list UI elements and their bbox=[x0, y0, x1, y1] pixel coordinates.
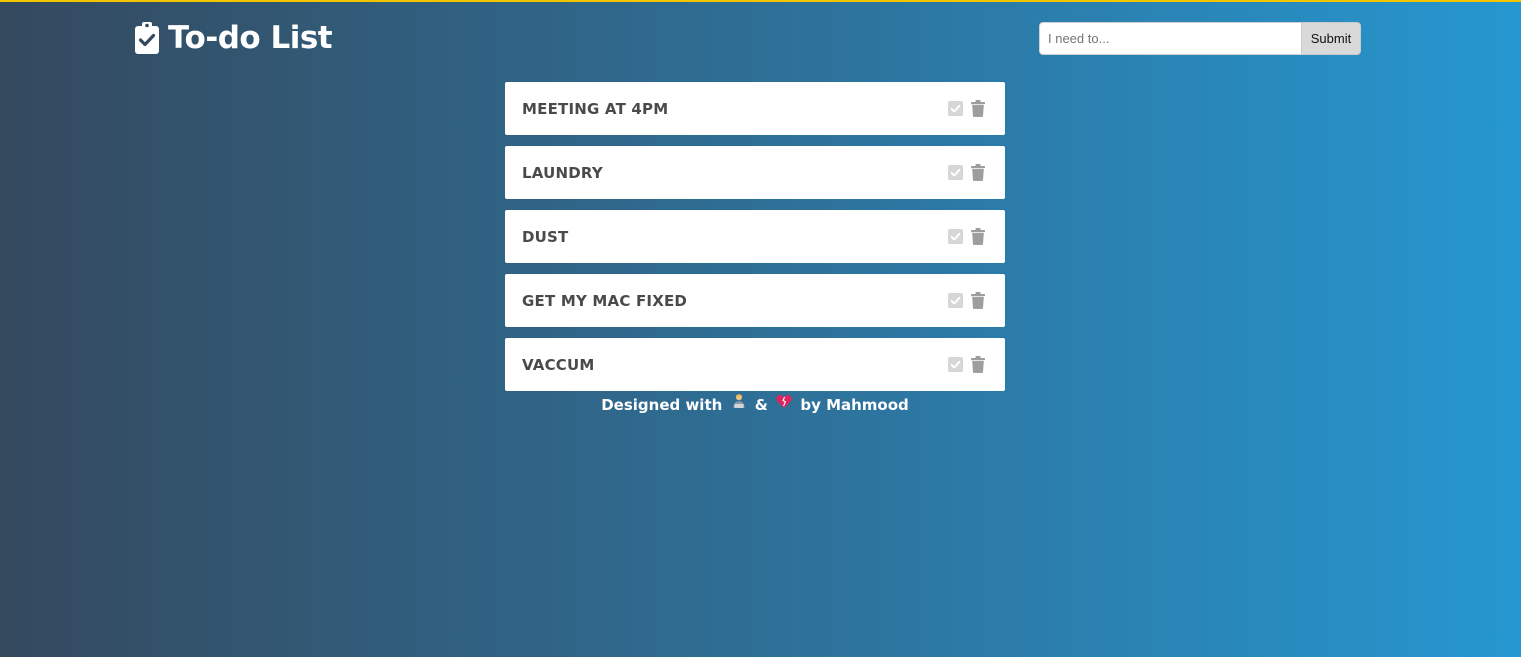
check-square-icon[interactable] bbox=[948, 165, 963, 180]
brand: To-do List bbox=[134, 18, 333, 58]
trash-icon[interactable] bbox=[971, 292, 985, 309]
footer-suffix: by Mahmood bbox=[800, 395, 909, 414]
todo-actions bbox=[948, 292, 985, 309]
app-header: To-do List Submit bbox=[0, 0, 1521, 78]
todo-text: Get my Mac fixed bbox=[522, 291, 688, 310]
todo-list: Meeting at 4pm Laundry bbox=[505, 82, 1005, 402]
todo-text: Laundry bbox=[522, 163, 603, 182]
todo-actions bbox=[948, 356, 985, 373]
clipboard-check-icon bbox=[135, 22, 159, 54]
add-todo-form: Submit bbox=[1039, 22, 1361, 55]
todo-item: Vaccum bbox=[505, 338, 1005, 391]
footer-credit: Designed with & by Mahmood bbox=[505, 393, 1005, 416]
footer-amp: & bbox=[754, 395, 768, 414]
todo-text: Vaccum bbox=[522, 355, 595, 374]
check-square-icon[interactable] bbox=[948, 101, 963, 116]
trash-icon[interactable] bbox=[971, 100, 985, 117]
trash-icon[interactable] bbox=[971, 164, 985, 181]
todo-actions bbox=[948, 100, 985, 117]
submit-button[interactable]: Submit bbox=[1301, 22, 1361, 55]
todo-text: Meeting at 4pm bbox=[522, 99, 669, 118]
todo-item: Dust bbox=[505, 210, 1005, 263]
check-square-icon[interactable] bbox=[948, 293, 963, 308]
app-title: To-do List bbox=[168, 20, 333, 56]
todo-actions bbox=[948, 228, 985, 245]
todo-item: Meeting at 4pm bbox=[505, 82, 1005, 135]
todo-item: Laundry bbox=[505, 146, 1005, 199]
todo-actions bbox=[948, 164, 985, 181]
trash-icon[interactable] bbox=[971, 228, 985, 245]
todo-input[interactable] bbox=[1039, 22, 1301, 55]
footer-prefix: Designed with bbox=[601, 395, 723, 414]
check-square-icon[interactable] bbox=[948, 357, 963, 372]
trash-icon[interactable] bbox=[971, 356, 985, 373]
todo-text: Dust bbox=[522, 227, 569, 246]
todo-item: Get my Mac fixed bbox=[505, 274, 1005, 327]
heart-emoji-icon bbox=[776, 394, 792, 408]
check-square-icon[interactable] bbox=[948, 229, 963, 244]
technologist-emoji-icon bbox=[733, 394, 745, 408]
